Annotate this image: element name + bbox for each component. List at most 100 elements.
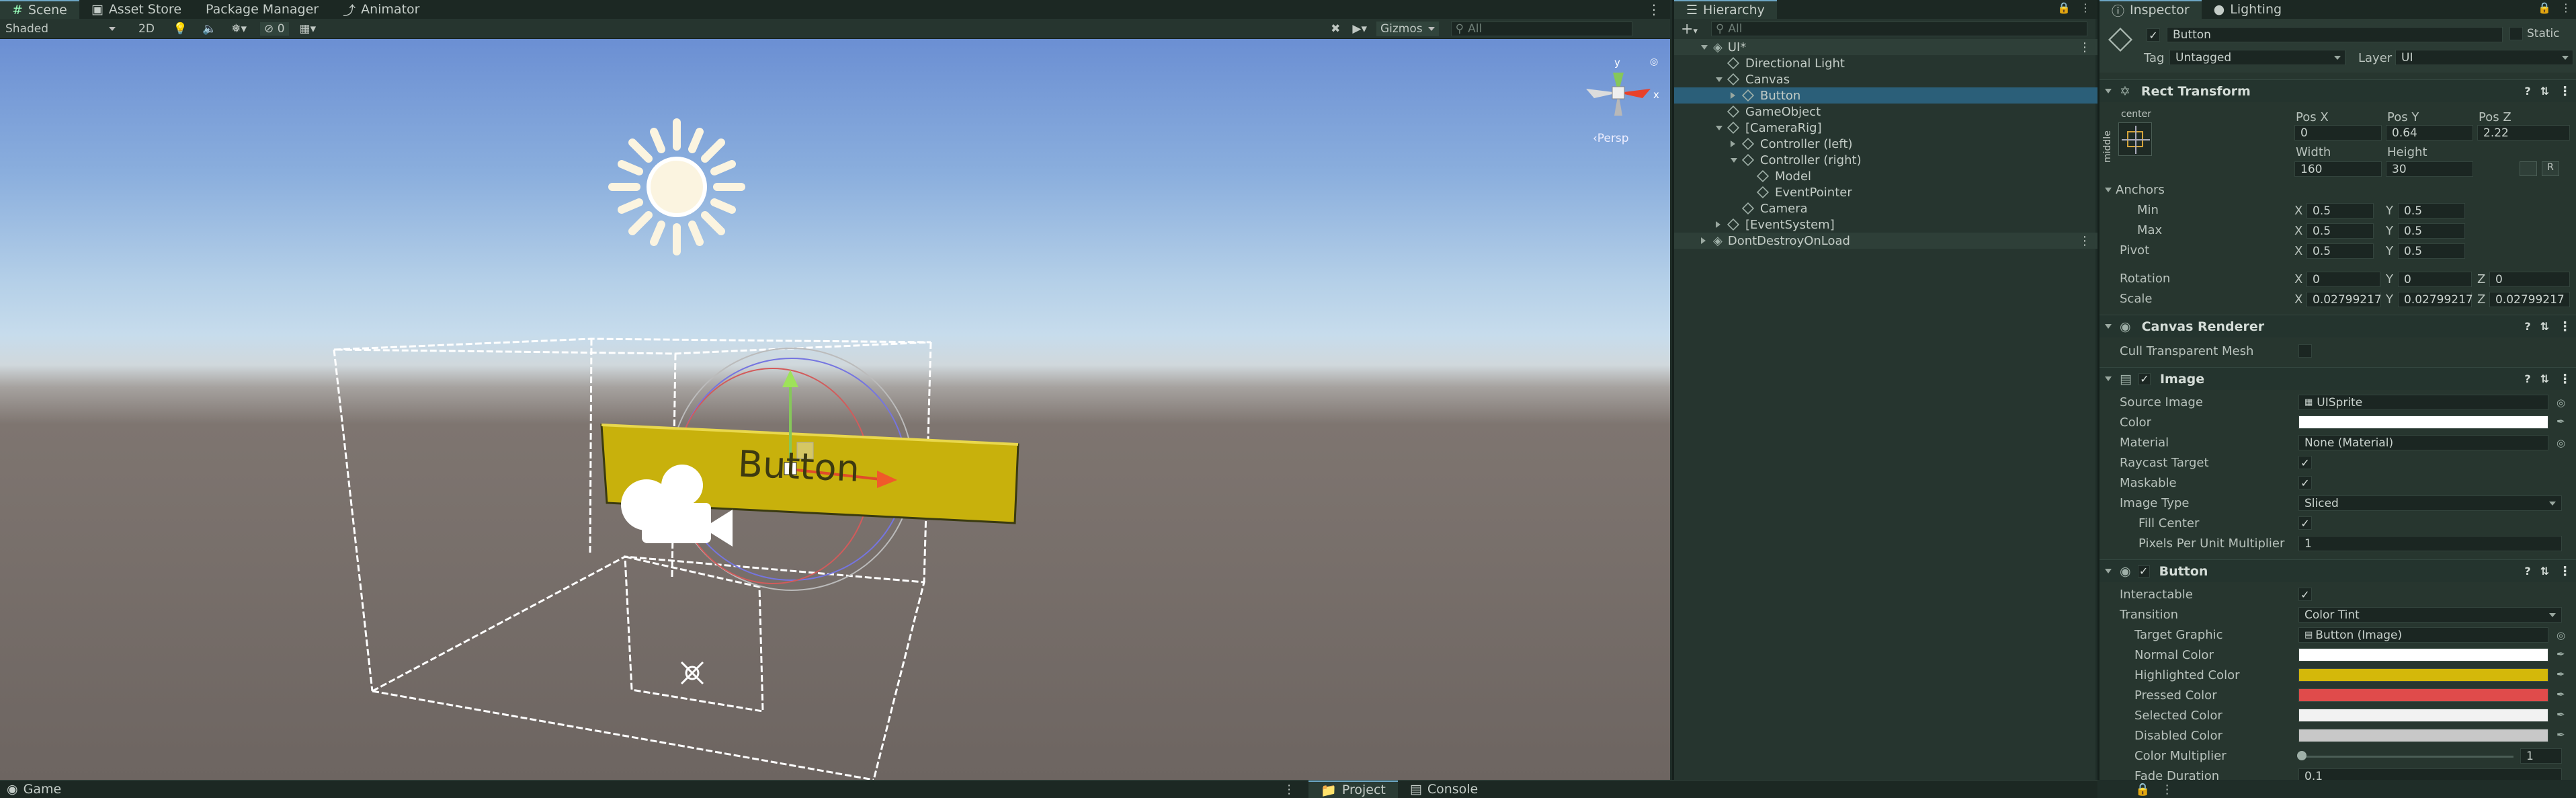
anchor-min-x-field[interactable]: 0.5 bbox=[2307, 203, 2374, 218]
highlighted-color-swatch[interactable] bbox=[2298, 668, 2548, 682]
anchor-max-x-field[interactable]: 0.5 bbox=[2307, 223, 2374, 239]
hierarchy-item[interactable]: [CameraRig] bbox=[1674, 120, 2097, 136]
hierarchy-item[interactable]: EventPointer bbox=[1674, 184, 2097, 200]
tab-project[interactable]: 📁 Project bbox=[1308, 781, 1398, 798]
lock-view-icon[interactable]: ◎ bbox=[1650, 56, 1658, 67]
component-menu-icon[interactable]: ⋮ bbox=[2559, 372, 2571, 387]
hierarchy-item[interactable]: ◈ DontDestroyOnLoad ⋮ bbox=[1674, 233, 2097, 249]
component-menu-icon[interactable]: ⋮ bbox=[2559, 564, 2571, 579]
blueprint-mode-icon[interactable] bbox=[2520, 161, 2537, 176]
help-icon[interactable]: ? bbox=[2524, 320, 2530, 333]
transition-dropdown[interactable]: Color Tint bbox=[2298, 607, 2562, 623]
hierarchy-item[interactable]: ◈ UI* ⋮ bbox=[1674, 39, 2097, 55]
tab-package-manager[interactable]: Package Manager bbox=[194, 0, 331, 19]
eyedropper-icon[interactable]: ✒ bbox=[2557, 729, 2565, 741]
more-menu-icon[interactable]: ⋮ bbox=[2161, 783, 2173, 797]
eyedropper-icon[interactable]: ✒ bbox=[2557, 709, 2565, 721]
hierarchy-item[interactable]: [EventSystem] bbox=[1674, 216, 2097, 233]
expand-arrow-icon[interactable] bbox=[1731, 141, 1743, 147]
fade-duration-field[interactable]: 0.1 bbox=[2298, 768, 2562, 780]
static-toggle[interactable]: Static bbox=[2509, 27, 2560, 40]
color-multiplier-field[interactable]: 1 bbox=[2520, 748, 2562, 764]
expand-arrow-icon[interactable] bbox=[1701, 44, 1713, 50]
object-picker-icon[interactable]: ◎ bbox=[2557, 437, 2565, 449]
create-add-icon[interactable]: +▾ bbox=[1681, 21, 1698, 38]
more-menu-icon[interactable]: ⋮ bbox=[1647, 1, 1661, 17]
hierarchy-item[interactable]: Canvas bbox=[1674, 71, 2097, 87]
width-field[interactable]: 160 bbox=[2294, 161, 2382, 177]
anchor-min-y-field[interactable]: 0.5 bbox=[2398, 203, 2465, 218]
persp-label[interactable]: ‹Persp bbox=[1593, 132, 1629, 145]
rotation-z-field[interactable]: 0 bbox=[2489, 272, 2570, 287]
preset-icon[interactable]: ⇅ bbox=[2540, 372, 2549, 385]
expand-arrow-icon[interactable] bbox=[1731, 157, 1743, 163]
tab-inspector[interactable]: ⓘ Inspector bbox=[2100, 0, 2202, 19]
more-menu-icon[interactable]: ⋮ bbox=[2079, 234, 2091, 248]
directional-light-sun-icon[interactable] bbox=[608, 118, 745, 255]
pivot-x-field[interactable]: 0.5 bbox=[2307, 243, 2374, 259]
camera-settings-icon[interactable]: ▶▾ bbox=[1352, 22, 1367, 36]
effects-toggle-icon[interactable]: ❅▾ bbox=[231, 22, 247, 36]
image-type-dropdown[interactable]: Sliced bbox=[2298, 495, 2562, 511]
tab-animator[interactable]: ⤴ Animator bbox=[331, 0, 431, 19]
source-image-field[interactable]: ▦ UISprite bbox=[2298, 395, 2548, 410]
tools-icon[interactable]: ✖ bbox=[1331, 22, 1340, 36]
layer-dropdown[interactable]: UI bbox=[2395, 50, 2573, 65]
mode-2d-toggle[interactable]: 2D bbox=[133, 22, 160, 36]
preset-icon[interactable]: ⇅ bbox=[2540, 85, 2549, 97]
pivot-y-field[interactable]: 0.5 bbox=[2398, 243, 2465, 259]
scene-search-field[interactable]: ⚲ All bbox=[1450, 21, 1632, 36]
lock-icon[interactable]: 🔒 bbox=[2538, 1, 2551, 14]
lock-icon[interactable]: 🔒 bbox=[2135, 783, 2150, 797]
pos-z-field[interactable]: 2.22 bbox=[2477, 125, 2570, 141]
component-menu-icon[interactable]: ⋮ bbox=[2559, 84, 2571, 99]
shading-mode-dropdown[interactable]: Shaded bbox=[5, 22, 120, 36]
hierarchy-item[interactable]: Model bbox=[1674, 168, 2097, 184]
object-name-field[interactable]: Button bbox=[2167, 27, 2503, 42]
active-checkbox[interactable]: ✓ bbox=[2147, 28, 2160, 42]
preset-icon[interactable]: ⇅ bbox=[2540, 320, 2549, 333]
rotation-x-field[interactable]: 0 bbox=[2307, 272, 2380, 287]
anchor-presets-button[interactable] bbox=[2118, 122, 2152, 156]
expand-arrow-icon[interactable] bbox=[1716, 77, 1728, 82]
disabled-color-swatch[interactable] bbox=[2298, 729, 2548, 742]
cull-transparent-checkbox[interactable] bbox=[2298, 344, 2312, 358]
hierarchy-search-field[interactable]: ⚲ All bbox=[1710, 22, 2087, 36]
hierarchy-item[interactable]: Camera bbox=[1674, 200, 2097, 216]
pos-x-field[interactable]: 0 bbox=[2294, 125, 2382, 141]
scale-x-field[interactable]: 0.02799217 bbox=[2307, 292, 2382, 307]
object-picker-icon[interactable]: ◎ bbox=[2557, 397, 2565, 409]
rect-transform-header[interactable]: ✡ Rect Transform ? ⇅ ⋮ bbox=[2100, 79, 2576, 102]
more-menu-icon[interactable]: ⋮ bbox=[2080, 1, 2091, 14]
object-picker-icon[interactable]: ◎ bbox=[2557, 629, 2565, 641]
hierarchy-item[interactable]: GameObject bbox=[1674, 104, 2097, 120]
eyedropper-icon[interactable]: ✒ bbox=[2557, 415, 2565, 428]
expand-arrow-icon[interactable] bbox=[1716, 125, 1728, 130]
slider-handle[interactable] bbox=[2297, 751, 2307, 760]
event-system-icon[interactable] bbox=[680, 661, 704, 685]
expand-arrow-icon[interactable] bbox=[1701, 237, 1713, 244]
lighting-toggle-icon[interactable]: 💡 bbox=[173, 22, 188, 36]
selected-color-swatch[interactable] bbox=[2298, 709, 2548, 722]
target-graphic-field[interactable]: ▤ Button (Image) bbox=[2298, 627, 2548, 643]
eyedropper-icon[interactable]: ✒ bbox=[2557, 648, 2565, 660]
interactable-checkbox[interactable]: ✓ bbox=[2298, 588, 2312, 601]
anchor-max-y-field[interactable]: 0.5 bbox=[2398, 223, 2465, 239]
more-menu-icon[interactable]: ⋮ bbox=[1283, 783, 1295, 797]
help-icon[interactable]: ? bbox=[2524, 565, 2530, 577]
audio-toggle-icon[interactable]: 🔈 bbox=[202, 22, 216, 36]
scale-z-field[interactable]: 0.02799217 bbox=[2489, 292, 2570, 307]
lock-icon[interactable]: 🔒 bbox=[2057, 1, 2071, 14]
more-menu-icon[interactable]: ⋮ bbox=[2079, 40, 2091, 54]
tag-dropdown[interactable]: Untagged bbox=[2169, 50, 2345, 65]
expand-arrow-icon[interactable] bbox=[1716, 221, 1728, 228]
help-icon[interactable]: ? bbox=[2524, 85, 2530, 97]
maskable-checkbox[interactable]: ✓ bbox=[2298, 476, 2312, 489]
color-multiplier-slider[interactable] bbox=[2298, 756, 2513, 758]
hierarchy-item[interactable]: Directional Light bbox=[1674, 55, 2097, 71]
scene-viewport[interactable]: y x ◎ Button ‹Persp bbox=[0, 39, 1670, 780]
preset-icon[interactable]: ⇅ bbox=[2540, 565, 2549, 577]
canvas-renderer-header[interactable]: ◉ Canvas Renderer ? ⇅ ⋮ bbox=[2100, 315, 2576, 337]
eyedropper-icon[interactable]: ✒ bbox=[2557, 668, 2565, 680]
button-header[interactable]: ◉ ✓ Button ? ⇅ ⋮ bbox=[2100, 559, 2576, 582]
